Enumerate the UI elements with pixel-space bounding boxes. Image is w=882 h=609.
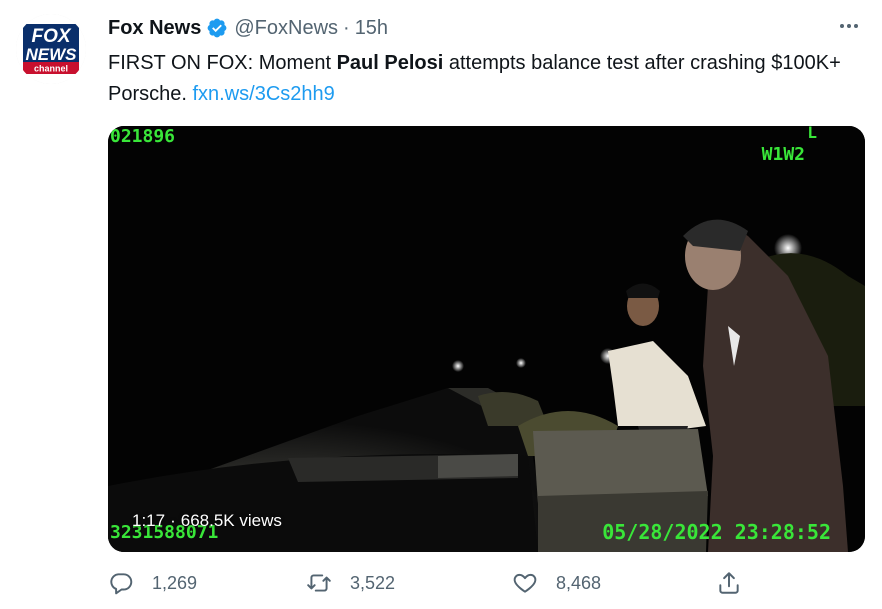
osd-top-right: W1W2: [761, 144, 805, 165]
more-options-icon[interactable]: [834, 14, 864, 38]
video-player[interactable]: 021896 L W1W2 3231588071 05/28/2022 23:2…: [108, 126, 865, 552]
tweet-text-prefix: FIRST ON FOX: Moment: [108, 52, 337, 74]
fox-news-logo-icon: FOX NEWS channel: [16, 14, 86, 84]
retweet-count: 3,522: [350, 572, 396, 593]
retweet-icon: [307, 574, 331, 592]
tweet-text-bold: Paul Pelosi: [336, 52, 444, 74]
osd-top-left: 021896: [110, 126, 176, 147]
osd-top-right-mark: L: [807, 126, 817, 142]
author-name[interactable]: Fox News: [108, 17, 201, 40]
tweet-header: Fox News @FoxNews · 15h: [108, 14, 388, 42]
action-bar: 1,269 3,522 8,468: [108, 570, 865, 604]
tweet-text: FIRST ON FOX: Moment Paul Pelosi attempt…: [108, 48, 868, 110]
retweet-button[interactable]: 3,522: [306, 570, 395, 596]
video-views: 668.5K views: [180, 511, 282, 530]
avatar[interactable]: FOX NEWS channel: [16, 14, 86, 84]
like-button[interactable]: 8,468: [512, 570, 601, 596]
osd-timestamp: 05/28/2022 23:28:52: [602, 520, 831, 544]
verified-badge-icon: [206, 17, 228, 39]
share-button[interactable]: [716, 570, 742, 596]
like-icon: [513, 573, 537, 593]
logo-line-3: channel: [34, 64, 68, 74]
video-stats: 1:17 · 668.5K views: [132, 511, 282, 531]
reply-count: 1,269: [152, 572, 198, 593]
reply-button[interactable]: 1,269: [108, 570, 197, 596]
share-icon: [719, 572, 739, 594]
tweet-time[interactable]: 15h: [355, 17, 388, 40]
tweet-card[interactable]: FOX NEWS channel Fox News @FoxNews · 15h…: [0, 0, 882, 609]
tweet-link[interactable]: fxn.ws/3Cs2hh9: [192, 83, 334, 105]
video-stats-dot: ·: [170, 511, 176, 530]
separator-dot: ·: [343, 16, 350, 39]
reply-icon: [110, 573, 133, 595]
video-frame: [108, 126, 865, 552]
like-count: 8,468: [556, 572, 602, 593]
logo-line-1: FOX: [31, 26, 71, 47]
author-handle[interactable]: @FoxNews: [234, 17, 338, 40]
logo-line-2: NEWS: [26, 45, 78, 64]
video-duration: 1:17: [132, 511, 166, 530]
